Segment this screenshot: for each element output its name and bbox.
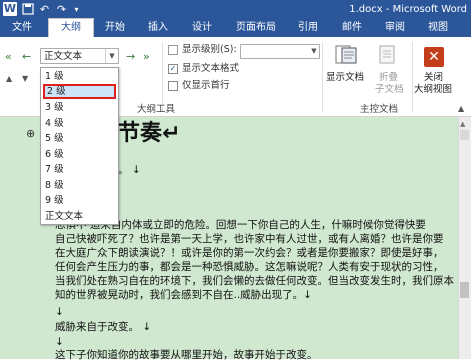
dropdown-item-level-9[interactable]: 9 级 (43, 193, 116, 208)
vertical-scrollbar[interactable] (458, 117, 471, 359)
dropdown-item-level-5[interactable]: 5 级 (43, 131, 116, 146)
dropdown-item-level-8[interactable]: 8 级 (43, 178, 116, 193)
show-level-label: 显示级别(S): (182, 44, 237, 55)
separator (322, 42, 323, 112)
tab-insert[interactable]: 插入 (142, 19, 174, 37)
show-text-format-checkbox[interactable]: ✓ (168, 64, 178, 74)
move-up-icon[interactable]: ▲ (6, 74, 12, 83)
doc-line: ↓ (55, 336, 64, 348)
demote-icon[interactable]: → (126, 51, 135, 63)
doc-line: 知的世界被晃动时，我们会感到不自在..威胁出现了。↓ (55, 289, 312, 301)
promote-to-heading1-icon[interactable]: « (5, 51, 12, 63)
outline-level-value: 正文文本 (44, 51, 83, 62)
dropdown-item-level-1[interactable]: 1 级 (43, 69, 116, 84)
save-icon[interactable] (21, 3, 34, 16)
dropdown-item-level-4[interactable]: 4 级 (43, 116, 116, 131)
customize-icon[interactable]: ▾ (70, 3, 83, 16)
tab-view[interactable]: 视图 (422, 19, 454, 37)
chevron-down-icon[interactable]: ▼ (105, 49, 118, 63)
collapse-ribbon-icon[interactable]: ▲ (458, 104, 464, 113)
show-document-icon[interactable] (335, 45, 357, 68)
move-down-icon[interactable]: ▼ (22, 74, 28, 83)
separator (412, 42, 413, 112)
outline-level-dropdown: 1 级 2 级 3 级 4 级 5 级 6 级 7 级 8 级 9 级 正文文本 (40, 67, 119, 225)
show-text-format-label: 显示文本格式 (182, 63, 240, 74)
show-first-line-label: 仅显示首行 (182, 80, 230, 91)
scroll-up-icon[interactable]: ▲ (460, 120, 465, 128)
tab-outline[interactable]: 大纲 (48, 18, 94, 37)
tab-home[interactable]: 开始 (99, 19, 131, 37)
close-outline-label-2[interactable]: 大纲视图 (414, 84, 452, 96)
promote-icon[interactable]: ← (22, 51, 31, 63)
show-level-icon (168, 45, 178, 55)
tab-page-layout[interactable]: 页面布局 (231, 19, 281, 37)
doc-line: 这下子你知道你的故事要从哪里开始，故事开始于改变。 (55, 349, 318, 361)
scroll-track-segment[interactable] (460, 130, 469, 140)
collapse-subdocs-label-2: 子文档 (375, 84, 404, 95)
demote-to-body-icon[interactable]: » (143, 51, 150, 63)
tab-review[interactable]: 审阅 (379, 19, 411, 37)
show-document-button[interactable]: 显示文档 (326, 72, 364, 84)
doc-line: 威胁来自于改变。 ↓ (55, 321, 152, 333)
redo-icon[interactable]: ↷ (55, 3, 68, 16)
outline-tools-group-label: 大纲工具 (137, 104, 176, 115)
doc-line: 自己快被吓死了？也许是第一天上学，也许家中有人过世，或有人离婚？也许是你要 (55, 233, 444, 245)
close-outline-label-1[interactable]: 关闭 (424, 72, 443, 84)
tab-file[interactable]: 文件 (0, 19, 44, 37)
undo-icon[interactable]: ↶ (38, 3, 51, 16)
tab-references[interactable]: 引用 (292, 19, 324, 37)
word-app-icon[interactable]: W (3, 2, 17, 16)
outline-expand-icon[interactable]: ⊕ (26, 127, 35, 140)
document-heading: 节奏↵ (118, 121, 181, 146)
tab-mailings[interactable]: 邮件 (336, 19, 368, 37)
collapse-subdocs-label-1: 折叠 (379, 72, 399, 83)
doc-line: 在大庭广众下朗读演说？！或许是你的第一次约会？或者是你要搬家？即使是好事， (55, 247, 444, 259)
collapse-subdocs-icon (378, 45, 398, 68)
outline-level-combo[interactable]: 正文文本 ▼ (40, 48, 119, 64)
dropdown-item-level-6[interactable]: 6 级 (43, 147, 116, 162)
master-document-group-label: 主控文档 (360, 104, 399, 115)
close-icon[interactable]: ✕ (424, 47, 444, 67)
dropdown-item-level-7[interactable]: 7 级 (43, 162, 116, 177)
dropdown-item-level-3[interactable]: 3 级 (43, 100, 116, 115)
show-level-combo[interactable]: ▼ (240, 44, 320, 59)
scroll-thumb[interactable] (460, 282, 469, 298)
show-first-line-checkbox[interactable] (168, 81, 178, 91)
tab-design[interactable]: 设计 (186, 19, 218, 37)
doc-line: ↓ (55, 306, 64, 318)
chevron-down-icon[interactable]: ▼ (309, 45, 319, 58)
doc-line: 当我们处在熟习自在的环境下，我们会懒的去做任何改变。但当改变发生时，我们原本 (55, 275, 454, 287)
dropdown-item-level-2[interactable]: 2 级 (43, 84, 116, 99)
window-title: 1.docx - Microsoft Word (349, 4, 467, 15)
doc-line: 任何会产生压力的事，都会是一种恐惧威胁。这怎嘛说呢？人类有安于现状的习性， (55, 261, 444, 273)
dropdown-item-body-text[interactable]: 正文文本 (43, 209, 116, 224)
